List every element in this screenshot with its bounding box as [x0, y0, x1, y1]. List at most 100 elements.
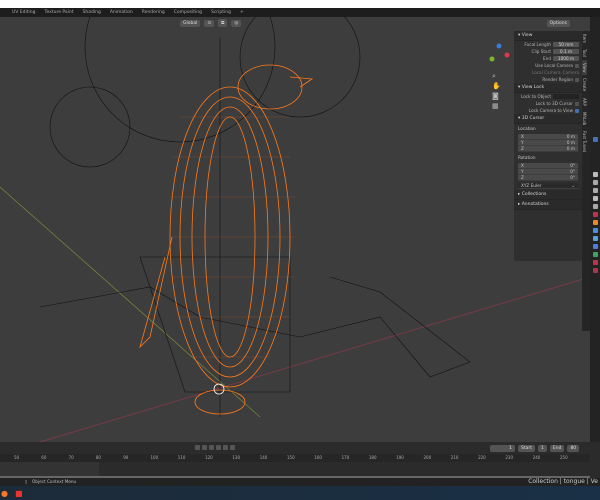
- tab-rendering[interactable]: Rendering: [142, 10, 165, 15]
- next-key-button[interactable]: [223, 445, 228, 450]
- focal-length-label: Focal Length: [524, 42, 551, 47]
- lock-to-object-label: Lock to Object: [520, 94, 551, 99]
- frame-ruler[interactable]: 50 60 70 80 90 100 110 120 130 140 150 160 170 180 190…: [0, 454, 590, 462]
- frame-tick: 160: [314, 455, 322, 460]
- local-camera-field[interactable]: Camera: [563, 70, 579, 75]
- tab-arp[interactable]: ARP: [582, 95, 587, 109]
- start-frame-field[interactable]: 1: [538, 445, 547, 452]
- tab-uv-editing[interactable]: UV Editing: [12, 10, 35, 15]
- frame-tick: 240: [532, 455, 541, 460]
- axis-gizmo-icon[interactable]: [486, 39, 512, 69]
- proportional-toggle[interactable]: ◎: [231, 19, 242, 27]
- tab-tool[interactable]: Tool: [582, 46, 587, 60]
- frame-tick: 130: [232, 455, 241, 460]
- sidebar-panel: ▾ View Focal Length 50 mm Clip Start 0.1 m…: [514, 31, 582, 261]
- render-icon[interactable]: [592, 180, 598, 185]
- texture-icon[interactable]: [592, 268, 598, 273]
- frame-range: 1 Start 1 End 80: [490, 445, 580, 452]
- add-workspace-button[interactable]: +: [240, 10, 244, 15]
- clip-end-label: End: [543, 56, 551, 61]
- orientation-dropdown[interactable]: Global: [180, 19, 201, 27]
- prev-key-button[interactable]: [202, 445, 207, 450]
- output-icon[interactable]: [592, 188, 598, 193]
- lock-3d-cursor-checkbox[interactable]: [575, 101, 579, 106]
- collections-header[interactable]: ▸ Collections: [514, 190, 582, 200]
- rotation-mode-dropdown[interactable]: XYZ Euler ⌄: [518, 183, 578, 189]
- use-local-camera-label: Use Local Camera: [535, 63, 573, 68]
- play-reverse-button[interactable]: [209, 445, 214, 450]
- navigation-gizmo[interactable]: ⌕ ✋ ◙ ▦: [486, 39, 512, 119]
- workspace-tabs: UV Editing Texture Paint Shading Animati…: [0, 8, 600, 17]
- view-lock-header[interactable]: ▾ View Lock: [514, 83, 582, 93]
- tab-shading[interactable]: Shading: [83, 10, 101, 15]
- rotation-fields[interactable]: X 0° Y 0° Z 0°: [518, 163, 578, 181]
- camera-icon[interactable]: ◙: [492, 91, 512, 101]
- lock-camera-label: Lock Camera to View: [528, 108, 573, 113]
- constraints-icon[interactable]: [592, 252, 598, 257]
- active-range: [0, 462, 99, 476]
- clip-end-field[interactable]: 1000 m: [553, 56, 579, 61]
- frame-tick: 120: [205, 455, 213, 460]
- timeline[interactable]: 1 Start 1 End 80 50 60 70 80 90 100 110 120 130 1…: [0, 442, 600, 478]
- zoom-icon[interactable]: ⌕: [492, 71, 512, 81]
- tab-item[interactable]: Item: [582, 31, 587, 46]
- view-layer-icon[interactable]: [592, 196, 598, 201]
- blender-app-icon[interactable]: ●: [1, 489, 8, 498]
- world-icon[interactable]: [592, 212, 598, 217]
- render-region-checkbox[interactable]: [575, 77, 579, 82]
- frame-tick: 170: [341, 455, 350, 460]
- properties-tabs: [590, 17, 600, 442]
- 3d-cursor-header[interactable]: ▾ 3D Cursor: [514, 114, 582, 124]
- jump-end-button[interactable]: [230, 445, 235, 450]
- physics-icon[interactable]: [592, 244, 598, 249]
- 3d-viewport[interactable]: Global ⊙ ⧉ ◎ Options ⌕ ✋ ◙ ▦ ▾ View Foca…: [0, 17, 590, 442]
- tool-icon[interactable]: [592, 172, 598, 177]
- jump-start-button[interactable]: [195, 445, 200, 450]
- tab-animation[interactable]: Animation: [110, 10, 133, 15]
- focal-length-field[interactable]: 50 mm: [553, 42, 579, 47]
- frame-tick: 220: [478, 455, 486, 460]
- frame-tick: 80: [95, 455, 101, 460]
- pivot-dropdown[interactable]: ⊙: [204, 19, 215, 27]
- frame-tick: 50: [14, 455, 20, 460]
- rotation-label: Rotation: [518, 155, 536, 160]
- active-tab-icon[interactable]: [592, 137, 598, 142]
- play-button[interactable]: [216, 445, 221, 450]
- use-local-camera-checkbox[interactable]: [575, 63, 579, 68]
- annotations-header[interactable]: ▸ Annotations: [514, 200, 582, 210]
- frame-tick: 250: [560, 455, 568, 460]
- end-frame-field[interactable]: 80: [567, 445, 580, 452]
- lock-object-field[interactable]: [553, 94, 579, 99]
- tab-scripting[interactable]: Scripting: [211, 10, 231, 15]
- grid-icon[interactable]: ▦: [492, 101, 512, 111]
- chat-app-icon[interactable]: ■: [15, 489, 23, 498]
- tab-create[interactable]: Create: [582, 75, 587, 94]
- scene-icon[interactable]: [592, 204, 598, 209]
- current-frame-field[interactable]: 1: [490, 445, 515, 452]
- options-dropdown[interactable]: Options: [546, 20, 570, 27]
- object-icon[interactable]: [592, 220, 598, 225]
- tab-fast-tuned[interactable]: Fast Tuned: [582, 128, 587, 155]
- pan-hand-icon[interactable]: ✋: [492, 81, 512, 91]
- location-fields[interactable]: X0 m Y0 m Z0 m: [518, 134, 578, 152]
- tab-view[interactable]: View: [582, 59, 587, 76]
- view-section-header[interactable]: ▾ View: [514, 31, 582, 41]
- clip-start-field[interactable]: 0.1 m: [553, 49, 579, 54]
- particles-icon[interactable]: [592, 236, 598, 241]
- tab-compositing[interactable]: Compositing: [174, 10, 202, 15]
- frame-tick: 140: [259, 455, 268, 460]
- end-label: End: [549, 445, 565, 452]
- lock-camera-checkbox[interactable]: [575, 108, 579, 113]
- frame-tick: 150: [287, 455, 295, 460]
- frame-tick: 70: [68, 455, 74, 460]
- tab-texture-paint[interactable]: Texture Paint: [44, 10, 73, 15]
- tab-mhlab[interactable]: MhLab: [582, 109, 587, 128]
- location-label: Location: [518, 126, 536, 131]
- modifier-icon[interactable]: [592, 228, 598, 233]
- snap-toggle[interactable]: ⧉: [218, 19, 228, 27]
- local-camera-label: Local Camera: [531, 70, 561, 75]
- sidebar-tabs: Item Tool View Create ARP MhLab Fast Tun…: [582, 31, 590, 331]
- material-icon[interactable]: [592, 260, 598, 265]
- frame-tick: 60: [41, 455, 47, 460]
- status-bar: ▯ Object Context Menu Collection | tongu…: [0, 478, 600, 486]
